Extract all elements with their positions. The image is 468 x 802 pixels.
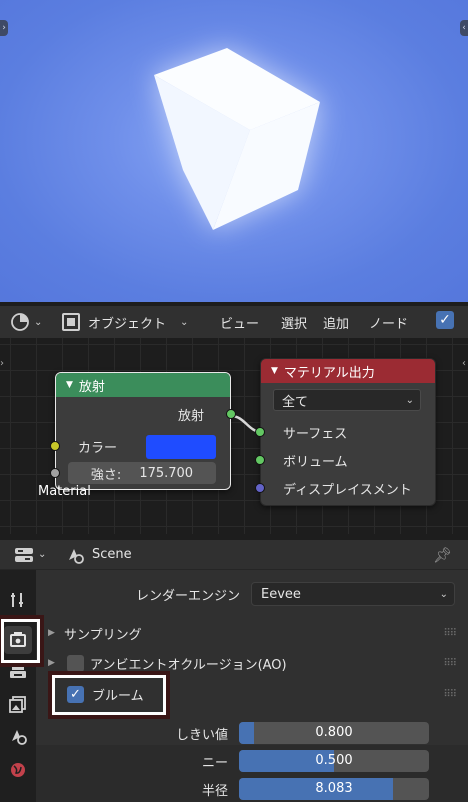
render-tab-highlight xyxy=(0,616,43,666)
radius-label: 半径 xyxy=(201,783,228,799)
knee-value: 0.500 xyxy=(315,753,353,768)
ao-label: アンビエントオクルージョン(AO) xyxy=(90,657,287,673)
threshold-value: 0.800 xyxy=(315,725,353,740)
tool-tab-icon[interactable] xyxy=(4,586,32,614)
properties-header: ⌄ Scene 📌︎ xyxy=(0,540,468,570)
emission-node-title: 放射 xyxy=(78,379,105,395)
chevron-down-icon: ⌄ xyxy=(34,316,43,328)
menu-node[interactable]: ノード xyxy=(361,310,416,334)
radius-value: 8.083 xyxy=(315,781,353,796)
emission-node-header[interactable]: ▼ 放射 xyxy=(56,373,230,397)
render-engine-row: レンダーエンジン Eevee ⌄ xyxy=(36,580,468,608)
node-editor-header: ⌄ オブジェクト ⌄ ビュー 選択 追加 ノード ✓ xyxy=(0,306,468,338)
ao-checkbox[interactable] xyxy=(67,654,84,672)
drag-handle-icon[interactable]: ⠿⠿ xyxy=(443,689,457,700)
emission-output-label: 放射 xyxy=(177,409,204,424)
menu-select[interactable]: 選択 xyxy=(273,310,315,334)
displacement-input-socket[interactable] xyxy=(255,483,265,493)
render-engine-label: レンダーエンジン xyxy=(135,588,240,604)
sampling-panel-header[interactable]: ▶ サンプリング ⠿⠿ xyxy=(36,619,468,647)
volume-input-socket[interactable] xyxy=(255,455,265,465)
color-swatch[interactable] xyxy=(146,435,216,459)
strength-field[interactable]: 強さ: 175.700 xyxy=(68,462,216,484)
chevron-down-icon: ⌄ xyxy=(405,394,414,406)
material-label: Material xyxy=(38,484,91,499)
displacement-label: ディスプレイスメント xyxy=(283,483,412,498)
volume-label: ボリューム xyxy=(283,455,348,470)
material-output-node[interactable]: ▼ マテリアル出力 全て ⌄ サーフェス ボリューム ディスプレイスメント xyxy=(255,358,436,506)
object-mode-label: オブジェクト xyxy=(88,316,167,332)
glowing-cube xyxy=(154,48,320,230)
color-label: カラー xyxy=(78,441,118,456)
threshold-slider[interactable]: 0.800 xyxy=(239,722,429,744)
surface-label: サーフェス xyxy=(283,427,348,442)
threshold-label: しきい値 xyxy=(175,727,228,743)
properties-editor-icon xyxy=(15,547,33,562)
menu-add[interactable]: 追加 xyxy=(315,310,357,334)
object-mode-dropdown[interactable]: オブジェクト ⌄ xyxy=(62,310,208,334)
target-value: 全て xyxy=(282,394,309,410)
3d-viewport[interactable]: › ‹ xyxy=(0,0,468,302)
object-mode-icon xyxy=(62,313,80,331)
knee-label: ニー xyxy=(201,755,228,771)
strength-value: 175.700 xyxy=(139,465,194,481)
scene-tab-icon[interactable] xyxy=(4,722,32,750)
menu-view[interactable]: ビュー xyxy=(212,310,267,334)
knee-slider[interactable]: 0.500 xyxy=(239,750,429,772)
render-engine-value: Eevee xyxy=(261,586,301,602)
editor-type-selector[interactable]: ⌄ xyxy=(10,310,52,334)
drag-handle-icon[interactable]: ⠿⠿ xyxy=(443,628,457,639)
properties-editor-type[interactable]: ⌄ xyxy=(14,543,58,567)
color-input-socket[interactable] xyxy=(50,441,60,451)
world-tab-icon[interactable] xyxy=(4,756,32,784)
node-editor-canvas[interactable]: › ‹ ▼ 放射 放射 カラー 強さ: 175.700 Material ▼ マ… xyxy=(0,338,468,534)
emission-output-socket[interactable] xyxy=(226,409,236,419)
material-output-header[interactable]: ▼ マテリアル出力 xyxy=(261,359,435,383)
expand-triangle-icon: ▶ xyxy=(48,658,55,668)
drag-handle-icon[interactable]: ⠿⠿ xyxy=(443,658,457,669)
pin-icon[interactable]: 📌︎ xyxy=(433,546,452,564)
material-output-title: マテリアル出力 xyxy=(283,365,375,381)
scene-context-label: Scene xyxy=(92,547,132,562)
threshold-row: しきい値 0.800 xyxy=(36,719,468,747)
collapse-triangle-icon[interactable]: ▼ xyxy=(271,366,278,376)
knee-row: ニー 0.500 xyxy=(36,747,468,775)
bloom-highlight xyxy=(49,672,169,718)
ao-panel-header[interactable]: ▶ アンビエントオクルージョン(AO) ⠿⠿ xyxy=(36,649,468,677)
strength-label: 強さ: xyxy=(90,467,122,483)
use-nodes-checkbox[interactable]: ✓ xyxy=(436,311,454,329)
collapse-triangle-icon[interactable]: ▼ xyxy=(66,380,73,390)
scene-icon xyxy=(66,546,84,564)
chevron-down-icon: ⌄ xyxy=(439,588,448,600)
surface-input-socket[interactable] xyxy=(255,427,265,437)
chevron-down-icon: ⌄ xyxy=(38,549,47,560)
radius-row: 半径 8.083 xyxy=(36,775,468,802)
emission-node[interactable]: ▼ 放射 放射 カラー 強さ: 175.700 xyxy=(50,372,236,490)
chevron-down-icon: ⌄ xyxy=(180,316,189,328)
target-dropdown[interactable]: 全て ⌄ xyxy=(273,389,421,411)
expand-triangle-icon: ▶ xyxy=(48,628,55,638)
render-engine-dropdown[interactable]: Eevee ⌄ xyxy=(251,582,455,606)
properties-editor: ⌄ Scene 📌︎ レンダーエンジン Eevee ⌄ ▶ サンプリング ⠿⠿ … xyxy=(0,540,468,802)
strength-input-socket[interactable] xyxy=(50,468,60,478)
editor-type-icon xyxy=(11,313,29,331)
properties-tabs xyxy=(0,570,36,802)
sampling-label: サンプリング xyxy=(64,627,142,643)
radius-slider[interactable]: 8.083 xyxy=(239,778,429,800)
view-layer-tab-icon[interactable] xyxy=(4,690,32,718)
